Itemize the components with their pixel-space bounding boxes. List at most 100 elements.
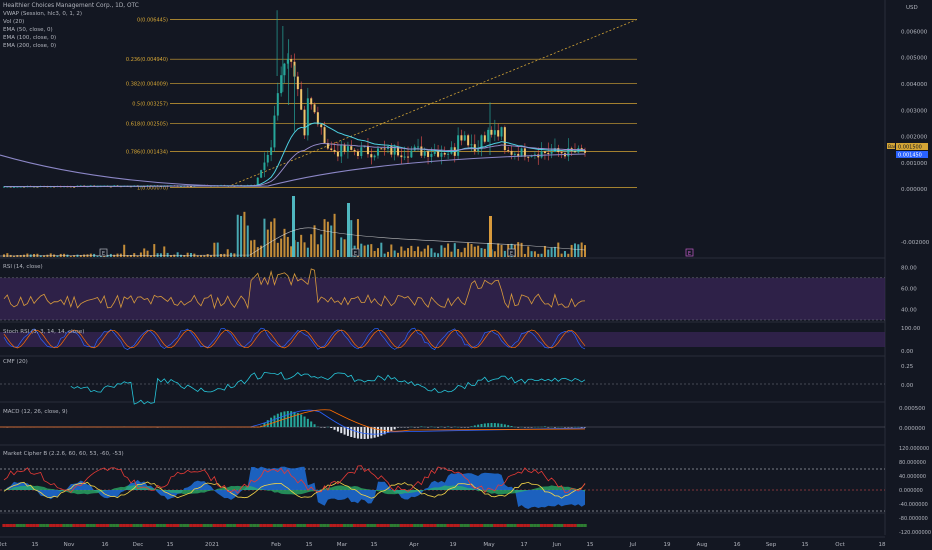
volume-bar — [573, 243, 576, 257]
candle-body — [460, 135, 463, 141]
candle-body — [497, 130, 500, 137]
macd-bar — [310, 421, 313, 427]
macd-axis-label: 0.000500 — [899, 406, 926, 412]
volume-bar — [457, 248, 460, 257]
mcb-axis-label: -80.000000 — [899, 516, 928, 522]
candle-body — [300, 89, 303, 110]
mcb-dot — [322, 524, 327, 527]
price-axis-label: 0.004000 — [901, 82, 928, 88]
macd-histogram — [3, 411, 586, 439]
mcb-axis-label: 120.000000 — [899, 446, 929, 452]
time-axis-label: Oct — [835, 542, 845, 548]
mcb-dot — [486, 524, 490, 527]
volume-bar — [206, 254, 209, 257]
volume-bar — [430, 248, 433, 257]
mcb-dot — [52, 524, 56, 527]
candle-body — [420, 146, 423, 156]
mcb-dot — [312, 524, 317, 527]
volume-bar — [370, 244, 373, 257]
price-axis-label: 0.000000 — [901, 187, 928, 193]
mcb-dot — [92, 524, 96, 527]
mcb-dot — [519, 524, 524, 527]
mcb-dot — [199, 524, 203, 527]
mcb-dot — [459, 524, 464, 527]
time-axis-label: Jun — [552, 542, 562, 548]
mcb-dot — [95, 524, 100, 527]
volume-bar — [487, 242, 490, 257]
mcb-dot — [242, 524, 247, 527]
volume-bar — [220, 253, 223, 257]
volume-bar — [146, 250, 149, 257]
volume-bar — [480, 248, 483, 257]
mcb-dot — [262, 524, 267, 527]
volume-group — [3, 196, 586, 257]
macd-bar — [356, 427, 359, 439]
mcb-dot — [252, 524, 257, 527]
fib-level-label: 0(0.006445) — [137, 18, 168, 24]
macd-bar — [477, 424, 480, 427]
mcb-dot — [516, 524, 520, 527]
volume-bar — [366, 244, 369, 257]
macd-bar — [303, 416, 306, 427]
candle-body — [313, 104, 316, 113]
volume-bar — [360, 243, 363, 257]
mcb-dot — [259, 524, 263, 527]
mcb-dot — [222, 524, 227, 527]
mcb-dot — [406, 524, 410, 527]
chart-svg[interactable]: 0.006000 0.005000 0.004000 0.003000 0.002000… — [0, 0, 932, 550]
volume-bar — [557, 242, 560, 257]
mcb-dot — [179, 524, 183, 527]
volume-bar — [397, 252, 400, 257]
mcb-dot — [563, 524, 567, 527]
volume-bar — [226, 249, 229, 257]
candle-body — [403, 156, 406, 158]
mcb-dot — [353, 524, 357, 527]
mcb-dot — [489, 524, 494, 527]
volume-bar — [123, 244, 126, 257]
macd-bar — [366, 427, 369, 439]
mcb-dot — [69, 524, 73, 527]
mcb-dot — [443, 524, 447, 527]
time-axis-label: 19 — [664, 542, 671, 548]
macd-bar — [273, 415, 276, 427]
mcb-dot — [2, 524, 6, 527]
volume-bar — [286, 236, 289, 257]
mcb-dot — [403, 524, 407, 527]
volume-bar — [393, 250, 396, 257]
mcb-dot — [89, 524, 93, 527]
volume-bar — [400, 246, 403, 257]
macd-bar — [510, 425, 513, 427]
mcb-wave — [4, 466, 585, 509]
time-axis-label: 16 — [102, 542, 109, 548]
volume-bar — [36, 253, 39, 257]
mcb-dot — [139, 524, 143, 527]
mcb-dot — [339, 524, 343, 527]
candle-body — [330, 148, 333, 150]
mcb-dot — [182, 524, 187, 527]
volume-bar — [283, 228, 286, 257]
candle-body — [266, 154, 269, 163]
mcb-dot — [135, 524, 140, 527]
candle-body — [560, 152, 563, 154]
mcb-dot — [289, 524, 293, 527]
time-axis-label: Jul — [629, 542, 637, 548]
mcb-dot — [533, 524, 537, 527]
macd-bar — [447, 426, 450, 427]
mcb-dot — [112, 524, 116, 527]
legend-line: EMA (100, close, 0) — [3, 35, 57, 41]
volume-bar — [417, 246, 420, 257]
volume-bar — [423, 248, 426, 257]
mcb-dot — [396, 524, 400, 527]
candle-body — [343, 144, 346, 152]
macd-axis-label: 0.000000 — [899, 426, 926, 432]
volume-bar — [313, 225, 316, 257]
volume-bar — [577, 244, 580, 257]
mcb-dot — [383, 524, 387, 527]
prev-price-tag: 0.001450 — [898, 153, 922, 159]
candle-body — [407, 156, 410, 158]
fib-level-label: 0.5(0.003257) — [132, 102, 168, 108]
macd-bar — [500, 423, 503, 427]
mcb-dot — [493, 524, 497, 527]
candle-body — [270, 147, 273, 155]
volume-bar — [196, 255, 199, 257]
